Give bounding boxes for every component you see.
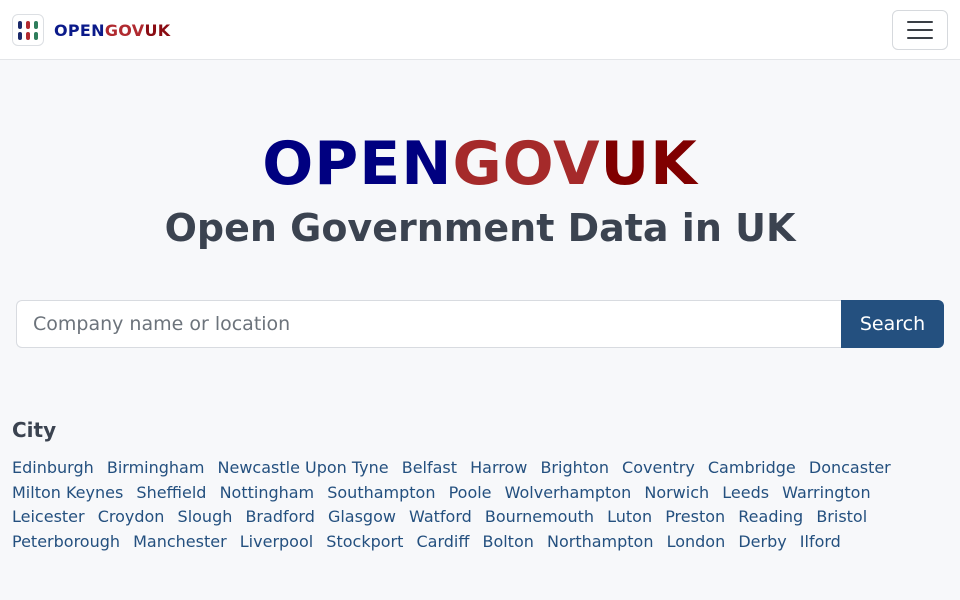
city-link[interactable]: Glasgow (328, 507, 396, 526)
city-link[interactable]: Wolverhampton (505, 483, 632, 502)
hero-title-gov: GOV (452, 129, 601, 199)
city-link[interactable]: Leicester (12, 507, 85, 526)
city-link[interactable]: Ilford (800, 532, 841, 551)
city-link[interactable]: Reading (738, 507, 803, 526)
city-link[interactable]: Peterborough (12, 532, 120, 551)
brand-gov: GOV (104, 20, 145, 40)
logo-dot (26, 31, 30, 40)
hamburger-line (907, 37, 933, 39)
hero-title: OPENGOVUK (0, 128, 960, 200)
city-link[interactable]: Milton Keynes (12, 483, 123, 502)
city-link[interactable]: Slough (178, 507, 233, 526)
city-link[interactable]: Derby (738, 532, 786, 551)
city-link[interactable]: Coventry (622, 458, 695, 477)
city-link[interactable]: Birmingham (107, 458, 205, 477)
city-link[interactable]: Poole (449, 483, 492, 502)
city-link[interactable]: Croydon (98, 507, 165, 526)
brand-link[interactable]: OPENGOVUK (12, 12, 170, 48)
city-link[interactable]: Stockport (326, 532, 403, 551)
logo-dot (18, 31, 22, 40)
grid-dots-icon (12, 14, 44, 46)
city-link[interactable]: Luton (607, 507, 652, 526)
city-link[interactable]: Doncaster (809, 458, 891, 477)
city-link[interactable]: Bristol (816, 507, 867, 526)
brand-open: OPEN (54, 20, 105, 40)
city-link[interactable]: Warrington (782, 483, 870, 502)
hamburger-line (907, 29, 933, 31)
navbar: OPENGOVUK (0, 0, 960, 60)
city-link[interactable]: Cardiff (416, 532, 469, 551)
city-link[interactable]: Northampton (547, 532, 654, 551)
city-link[interactable]: Sheffield (136, 483, 206, 502)
city-list: Edinburgh Birmingham Newcastle Upon Tyne… (12, 456, 948, 555)
city-link[interactable]: Norwich (644, 483, 709, 502)
hero-title-uk: UK (600, 129, 698, 199)
search-form: Search (16, 300, 944, 348)
logo-dot (18, 20, 22, 29)
brand-uk: UK (144, 20, 171, 40)
city-link[interactable]: Belfast (402, 458, 457, 477)
hamburger-menu-icon (907, 21, 933, 23)
city-link[interactable]: Manchester (133, 532, 227, 551)
city-link[interactable]: Bolton (482, 532, 533, 551)
city-link[interactable]: Newcastle Upon Tyne (218, 458, 389, 477)
city-link[interactable]: Leeds (722, 483, 769, 502)
city-link[interactable]: Edinburgh (12, 458, 94, 477)
city-link[interactable]: London (667, 532, 726, 551)
hamburger-menu-button[interactable] (892, 10, 948, 50)
logo-dot (34, 20, 38, 29)
city-link[interactable]: Nottingham (220, 483, 315, 502)
city-link[interactable]: Harrow (470, 458, 527, 477)
city-link[interactable]: Liverpool (240, 532, 313, 551)
hero-title-open: OPEN (262, 129, 453, 199)
city-link[interactable]: Bournemouth (485, 507, 594, 526)
city-link[interactable]: Cambridge (708, 458, 796, 477)
search-button[interactable]: Search (841, 300, 944, 348)
city-link[interactable]: Preston (665, 507, 725, 526)
brand-name: OPENGOVUK (54, 21, 170, 40)
city-heading: City (12, 418, 57, 442)
search-input[interactable] (16, 300, 841, 348)
logo-dot (34, 31, 38, 40)
city-link[interactable]: Brighton (540, 458, 609, 477)
logo-dot (26, 20, 30, 29)
hero-subtitle: Open Government Data in UK (164, 206, 796, 250)
city-link[interactable]: Southampton (327, 483, 435, 502)
city-link[interactable]: Watford (409, 507, 472, 526)
city-link[interactable]: Bradford (245, 507, 314, 526)
